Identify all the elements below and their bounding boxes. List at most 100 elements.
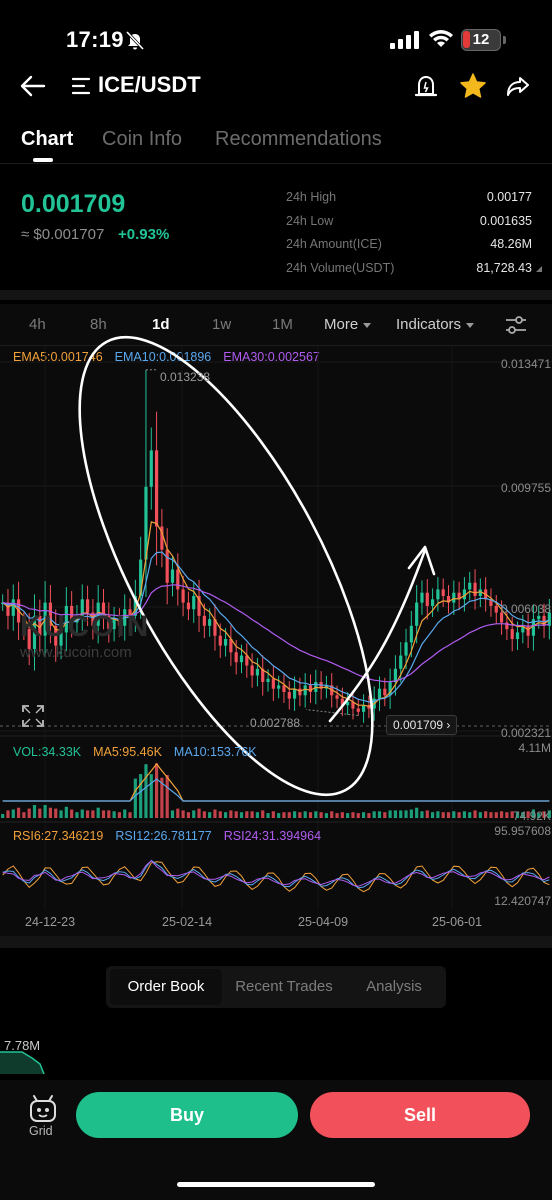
volume-bar [324,813,329,818]
vol-axis-label: 74.92K [512,809,551,823]
volume-bar [208,812,212,818]
volume-bar [181,810,185,818]
volume-bar [255,812,260,818]
candle-body [287,691,291,699]
volume-bar [85,810,90,818]
tab-label: Analysis [366,978,422,995]
candle-body [11,599,15,616]
rsi12-line [2,859,550,889]
volume-bar [170,810,175,818]
volume-bar [101,810,106,818]
price-alert-icon[interactable] [414,73,438,99]
candle-body [176,569,180,590]
volume-bar [261,810,265,818]
candle-body [415,602,419,626]
tab-analysis[interactable]: Analysis [346,966,442,1008]
high-marker-label: 0.013238 [160,370,211,384]
rsi24-line [2,859,550,887]
fullscreen-icon[interactable] [22,705,44,727]
vol-value: VOL:34.33K [13,745,82,759]
volume-bar [377,811,382,818]
volume-bar [388,810,392,818]
volume-bar [314,811,318,818]
home-indicator [177,1182,375,1187]
candle-body [271,678,275,689]
candle-body [192,596,196,610]
candle-body [255,668,260,676]
tab-recent-trades[interactable]: Recent Trades [222,966,346,1008]
volume-bar [277,813,281,818]
candle-body [292,688,297,699]
sell-button[interactable]: Sell [310,1092,530,1138]
rsi-axis-label: 95.957608 [494,824,551,838]
candle-body [181,589,185,603]
ticker-stats: 24h High 0.00177 24h Low 0.001635 24h Amou… [286,190,542,284]
volume-bar [11,809,15,818]
stat-row[interactable]: 24h Volume(USDT) 81,728.43 [286,261,542,285]
battery-tip [503,36,506,44]
fiat-price: ≈ $0.001707 [21,226,105,243]
volume-bar [239,812,244,818]
volume-bar [340,812,344,818]
watermark-url: www.kucoin.com [20,644,132,661]
volume-bar [468,812,472,818]
volume-bar [404,810,408,818]
volume-bar [319,812,323,818]
price-axis-label: 0.002321 [500,726,551,740]
tab-recommendations[interactable]: Recommendations [215,128,382,151]
volume-bar [223,812,228,818]
volume-bar [393,810,398,818]
pair-title[interactable]: ICE/USDT [98,72,201,98]
stat-label: 24h Volume(USDT) [286,260,395,275]
price-axis-label: 0.009755 [500,481,551,495]
tab-order-book[interactable]: Order Book [110,969,222,1005]
back-arrow-icon[interactable] [20,74,46,98]
candle-body [430,599,435,606]
volume-bar [48,807,53,818]
share-icon[interactable] [505,73,531,99]
orderbook-tabs: Order Book Recent Trades Analysis [106,966,446,1008]
volume-bar [234,811,238,818]
rsi-legend: RSI6:27.346219 RSI12:26.781177 RSI24:31.39… [13,829,333,843]
volume-bar [346,813,350,818]
battery-level: 12 [472,31,490,48]
current-price-value: 0.001709 [393,718,444,732]
volume-bar [70,809,74,818]
price-axis-label: 0.013471 [500,357,551,371]
stat-value: 48.26M [490,237,532,251]
kline-chart[interactable]: 4h 8h 1d 1w 1M More Indicators EMA5:0.00… [0,304,552,936]
tab-chart[interactable]: Chart [21,128,73,151]
menu-icon[interactable] [72,76,92,96]
volume-bar [383,812,387,818]
candle-body [335,695,339,699]
current-price-tag[interactable]: 0.001709 › [386,715,458,735]
candle-body [250,665,254,676]
section-divider [0,936,552,948]
favorite-star-icon[interactable] [459,72,487,100]
volume-bar [457,812,461,818]
stat-label: 24h Low [286,213,334,228]
volume-bar [399,810,403,818]
grid-label[interactable]: Grid [29,1124,53,1138]
volume-bar [367,813,371,818]
candle-body [303,685,307,696]
battery-icon: 12 [461,29,501,51]
candle-body [298,688,302,696]
corner-caret-icon [536,265,542,272]
volume-bar [441,812,445,818]
buy-button[interactable]: Buy [76,1092,298,1138]
grid-bot-icon[interactable] [28,1094,58,1124]
stat-label: 24h Amount(ICE) [286,237,382,251]
candle-body [404,642,408,656]
low-marker-line [305,709,359,717]
section-divider [0,290,552,300]
volume-bar [250,811,254,818]
rsi-axis-label: 12.420747 [494,894,551,908]
tab-coin-info[interactable]: Coin Info [102,128,182,151]
candle-body [420,592,424,603]
depth-sparkline [0,1051,45,1075]
volume-bar [436,811,440,818]
candle-body [537,615,541,620]
volume-bar [154,763,159,818]
volume-bar [91,810,95,818]
